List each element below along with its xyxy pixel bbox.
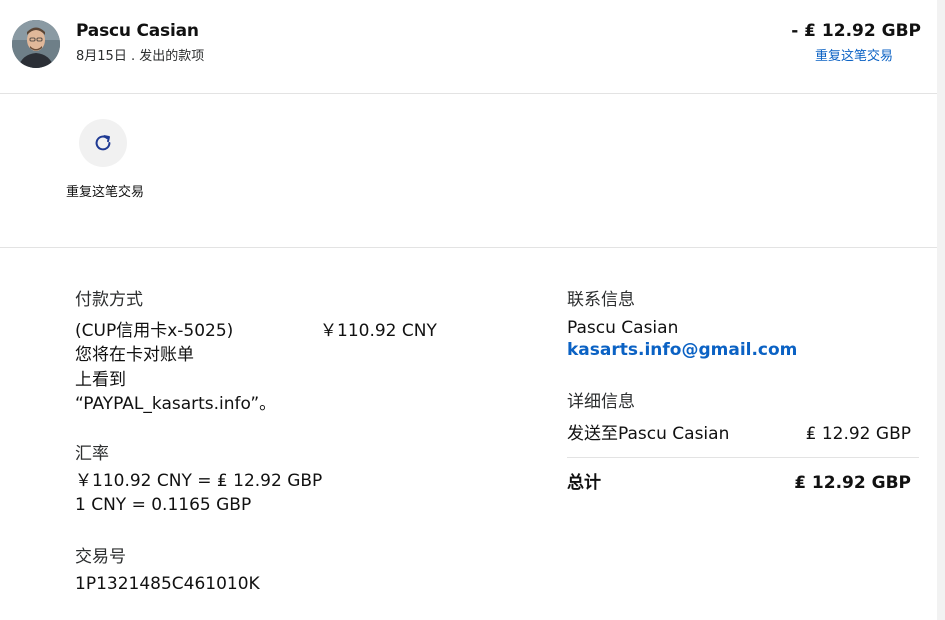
repeat-transaction-button[interactable] bbox=[79, 119, 127, 167]
refresh-icon bbox=[95, 135, 111, 151]
person-avatar-icon bbox=[12, 20, 60, 68]
details-label: 详细信息 bbox=[567, 392, 635, 412]
payment-card-line: (CUP信用卡x-5025) bbox=[75, 321, 234, 341]
avatar bbox=[12, 20, 60, 68]
payment-amount: ￥110.92 CNY bbox=[320, 321, 437, 341]
transaction-header: Pascu Casian 8月15日 . 发出的款项 - ₤ 12.92 GBP… bbox=[0, 0, 937, 94]
contact-name: Pascu Casian bbox=[567, 318, 679, 338]
payee-name: Pascu Casian bbox=[76, 21, 199, 41]
repeat-transaction-label: 重复这笔交易 bbox=[66, 185, 145, 200]
exchange-conversion: ￥110.92 CNY = ₤ 12.92 GBP bbox=[75, 471, 323, 491]
transaction-id-label: 交易号 bbox=[75, 547, 126, 567]
total-divider bbox=[567, 457, 919, 458]
total-amount: ₤ 12.92 GBP bbox=[794, 473, 911, 493]
contact-info-label: 联系信息 bbox=[567, 290, 635, 310]
total-label: 总计 bbox=[567, 473, 601, 493]
transaction-date-type: 8月15日 . 发出的款项 bbox=[76, 49, 205, 64]
repeat-transaction-link[interactable]: 重复这笔交易 bbox=[815, 45, 893, 64]
payment-method-label: 付款方式 bbox=[75, 290, 143, 310]
contact-email-link[interactable]: kasarts.info@gmail.com bbox=[567, 340, 797, 360]
exchange-rate-label: 汇率 bbox=[75, 444, 109, 464]
payment-note-line-2: 上看到 bbox=[75, 370, 126, 390]
transaction-detail-panel: Pascu Casian 8月15日 . 发出的款项 - ₤ 12.92 GBP… bbox=[0, 0, 937, 620]
transaction-id: 1P1321485C461010K bbox=[75, 574, 260, 594]
payment-note-line-1: 您将在卡对账单 bbox=[75, 345, 194, 365]
transaction-amount: - ₤ 12.92 GBP bbox=[791, 21, 921, 41]
exchange-rate-value: 1 CNY = 0.1165 GBP bbox=[75, 495, 252, 515]
sent-to-label: 发送至Pascu Casian bbox=[567, 424, 730, 444]
sent-amount: ₤ 12.92 GBP bbox=[805, 424, 911, 444]
actions-section: 重复这笔交易 bbox=[0, 94, 937, 248]
payment-note-line-3: “PAYPAL_kasarts.info”。 bbox=[75, 394, 277, 414]
